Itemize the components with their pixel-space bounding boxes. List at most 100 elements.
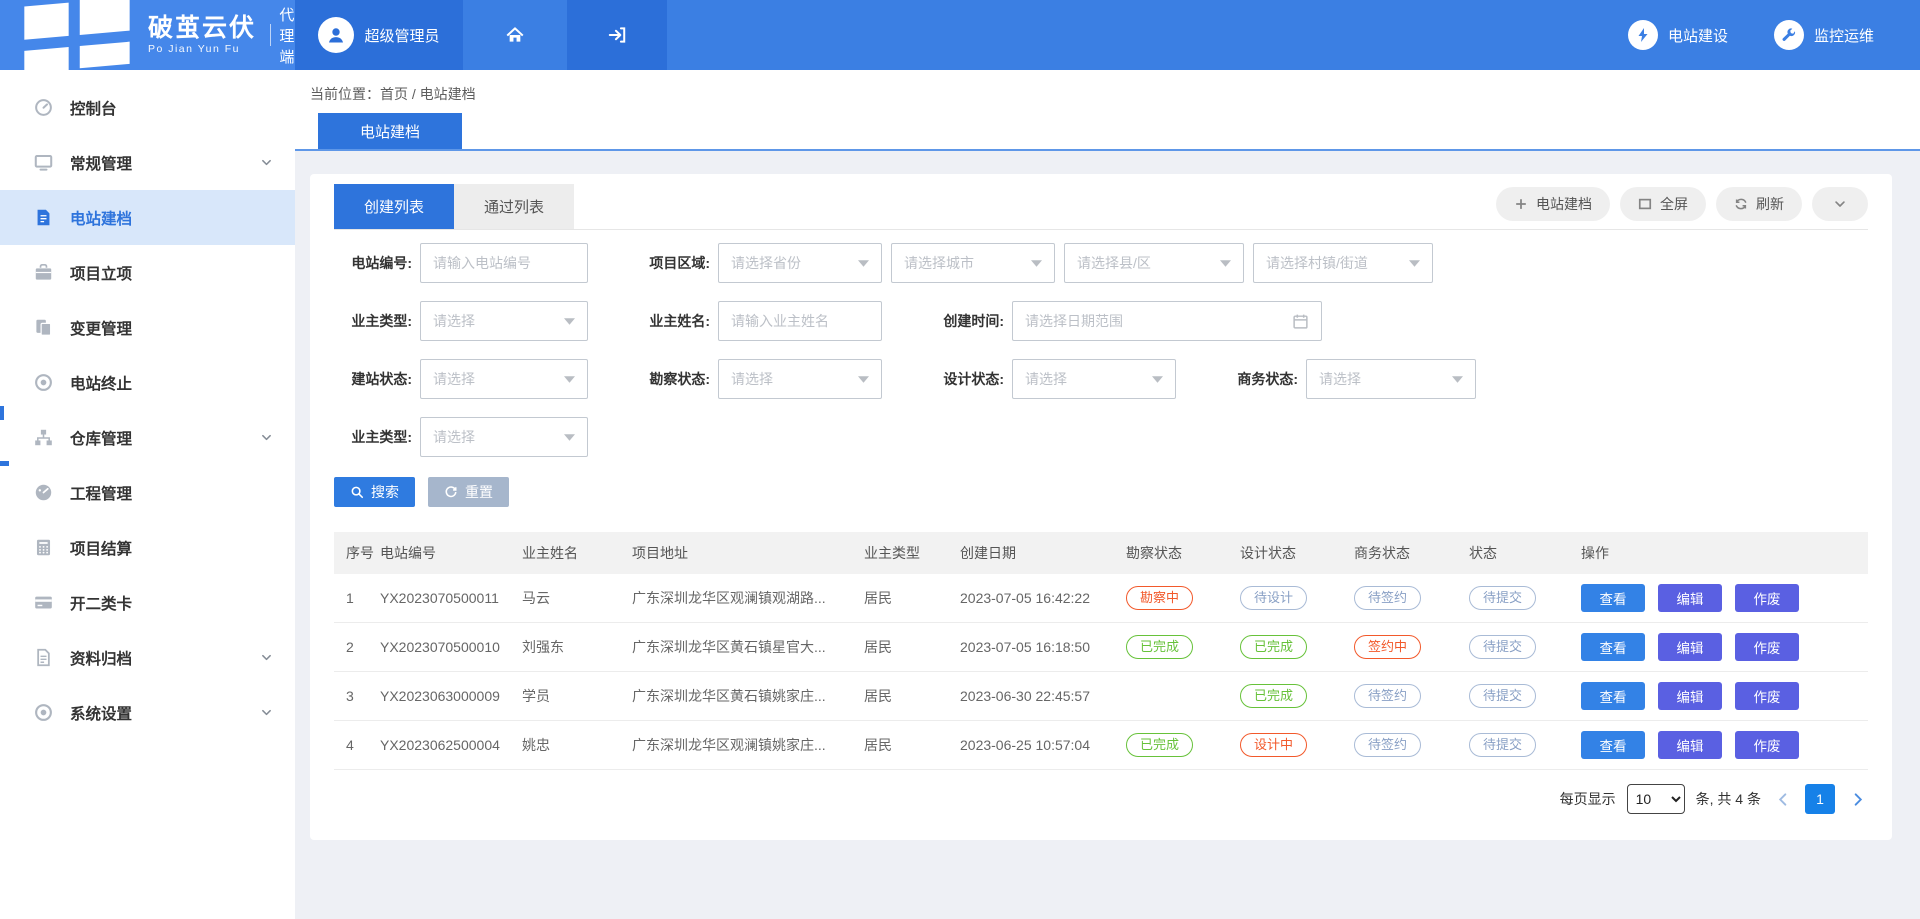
page-number-button[interactable]: 1	[1805, 784, 1835, 814]
sidebar-item-project-settlement[interactable]: 项目结算	[0, 520, 295, 575]
header-nav-label: 监控运维	[1814, 25, 1874, 46]
logout-button[interactable]	[567, 0, 667, 70]
build-status-select[interactable]: 请选择	[420, 359, 588, 399]
sidebar-item-console[interactable]: 控制台	[0, 80, 295, 135]
status-badge: 待签约	[1354, 586, 1421, 611]
business-status-select[interactable]: 请选择	[1306, 359, 1476, 399]
filter-group: 设计状态:请选择	[926, 359, 1176, 399]
filter-group: 建站状态:请选择	[334, 359, 588, 399]
tab-create-list[interactable]: 创建列表	[334, 184, 454, 229]
view-button[interactable]: 查看	[1581, 584, 1645, 612]
sidebar-item-label: 项目结算	[70, 537, 273, 559]
header-nav-station-build[interactable]: 电站建设	[1628, 20, 1728, 50]
status-badge: 签约中	[1354, 635, 1421, 660]
column-header: 设计状态	[1240, 543, 1354, 563]
cell-design-status: 已完成	[1240, 684, 1354, 709]
data-table: 序号电站编号业主姓名项目地址业主类型创建日期勘察状态设计状态商务状态状态操作1Y…	[334, 532, 1868, 770]
home-button[interactable]	[463, 0, 567, 70]
status-badge: 已完成	[1240, 684, 1307, 709]
sidebar-item-project-setup[interactable]: 项目立项	[0, 245, 295, 300]
fullscreen-button[interactable]: 全屏	[1620, 187, 1706, 221]
view-button[interactable]: 查看	[1581, 633, 1645, 661]
filter-label: 业主类型:	[334, 427, 420, 447]
filter-row: 业主类型:请选择	[334, 417, 1868, 457]
search-icon	[350, 485, 364, 499]
create-time-range[interactable]: 请选择日期范围	[1012, 301, 1322, 341]
cell-created: 2023-06-25 10:57:04	[960, 737, 1126, 753]
column-header: 商务状态	[1354, 543, 1469, 563]
void-button[interactable]: 作废	[1735, 584, 1799, 612]
table-header-row: 序号电站编号业主姓名项目地址业主类型创建日期勘察状态设计状态商务状态状态操作	[334, 532, 1868, 574]
survey-status-select[interactable]: 请选择	[718, 359, 882, 399]
more-button[interactable]	[1812, 187, 1868, 221]
create-station-button[interactable]: 电站建档	[1496, 187, 1610, 221]
content-body: 创建列表通过列表 电站建档全屏刷新 电站编号:项目区域:请选择省份请选择城市请选…	[295, 151, 1920, 919]
cell-status-status: 待提交	[1469, 635, 1581, 660]
sidebar-item-general-mgmt[interactable]: 常规管理	[0, 135, 295, 190]
edit-button[interactable]: 编辑	[1658, 633, 1722, 661]
void-button[interactable]: 作废	[1735, 731, 1799, 759]
station-code-input[interactable]	[420, 243, 588, 283]
logo[interactable]: 破茧云伏 Po Jian Yun Fu 代理端	[0, 0, 295, 70]
column-header: 电站编号	[380, 543, 522, 563]
filter-group: 业主类型:请选择	[334, 301, 588, 341]
sidebar-item-change-mgmt[interactable]: 变更管理	[0, 300, 295, 355]
table-row: 1YX2023070500011马云广东深圳龙华区观澜镇观湖路...居民2023…	[334, 574, 1868, 623]
chevron-down-icon	[260, 706, 273, 719]
total-count-label: 条, 共 4 条	[1696, 789, 1761, 809]
per-page-select[interactable]: 10	[1627, 784, 1685, 814]
sidebar-item-warehouse-mgmt[interactable]: 仓库管理	[0, 410, 295, 465]
cell-index: 4	[334, 737, 380, 753]
refresh-button[interactable]: 刷新	[1716, 187, 1802, 221]
chevron-right-icon	[1850, 792, 1865, 807]
header-nav-monitor-ops[interactable]: 监控运维	[1774, 20, 1874, 50]
sidebar-item-second-card[interactable]: 开二类卡	[0, 575, 295, 630]
sidebar-item-station-archive[interactable]: 电站建档	[0, 190, 295, 245]
sidebar-item-engineering-mgmt[interactable]: 工程管理	[0, 465, 295, 520]
sidebar-item-label: 电站建档	[70, 207, 273, 229]
filter-group: 勘察状态:请选择	[632, 359, 882, 399]
logo-title: 破茧云伏	[148, 15, 256, 43]
page-tab[interactable]: 电站建档	[318, 113, 462, 149]
design-status-select[interactable]: 请选择	[1012, 359, 1176, 399]
placeholder-text: 请选择	[731, 369, 773, 389]
sidebar-item-data-archive[interactable]: 资料归档	[0, 630, 295, 685]
owner-type-select[interactable]: 请选择	[420, 301, 588, 341]
tab-pass-list[interactable]: 通过列表	[454, 184, 574, 229]
filter-label: 业主姓名:	[632, 311, 718, 331]
owner-type-select-2[interactable]: 请选择	[420, 417, 588, 457]
edit-button[interactable]: 编辑	[1658, 584, 1722, 612]
district-select[interactable]: 请选择县/区	[1064, 243, 1244, 283]
city-select[interactable]: 请选择城市	[891, 243, 1055, 283]
document-icon	[34, 208, 53, 227]
placeholder-text: 请选择省份	[731, 253, 801, 273]
reset-icon	[444, 485, 458, 499]
cell-type: 居民	[864, 637, 960, 657]
caret-down-icon	[858, 376, 869, 383]
wrench-icon-circle	[1774, 20, 1804, 50]
sidebar-item-system-settings[interactable]: 系统设置	[0, 685, 295, 740]
edit-button[interactable]: 编辑	[1658, 731, 1722, 759]
sidebar-item-station-terminate[interactable]: 电站终止	[0, 355, 295, 410]
owner-name-input[interactable]	[718, 301, 882, 341]
table-row: 4YX2023062500004姚忠广东深圳龙华区观澜镇姚家庄...居民2023…	[334, 721, 1868, 770]
user-name: 超级管理员	[364, 25, 439, 46]
edit-button[interactable]: 编辑	[1658, 682, 1722, 710]
reset-button[interactable]: 重置	[428, 477, 509, 507]
next-page-button[interactable]	[1846, 788, 1868, 810]
breadcrumb-home[interactable]: 首页	[380, 86, 408, 102]
status-badge: 待提交	[1469, 684, 1536, 709]
wrench-icon	[1781, 27, 1797, 43]
province-select[interactable]: 请选择省份	[718, 243, 882, 283]
user-menu[interactable]: 超级管理员	[295, 0, 463, 70]
search-button[interactable]: 搜索	[334, 477, 415, 507]
view-button[interactable]: 查看	[1581, 682, 1645, 710]
sidebar-scroll-indicator	[0, 406, 4, 420]
void-button[interactable]: 作废	[1735, 633, 1799, 661]
status-badge: 待签约	[1354, 733, 1421, 758]
view-button[interactable]: 查看	[1581, 731, 1645, 759]
prev-page-button[interactable]	[1772, 788, 1794, 810]
cell-business-status: 待签约	[1354, 733, 1469, 758]
void-button[interactable]: 作废	[1735, 682, 1799, 710]
village-select[interactable]: 请选择村镇/街道	[1253, 243, 1433, 283]
